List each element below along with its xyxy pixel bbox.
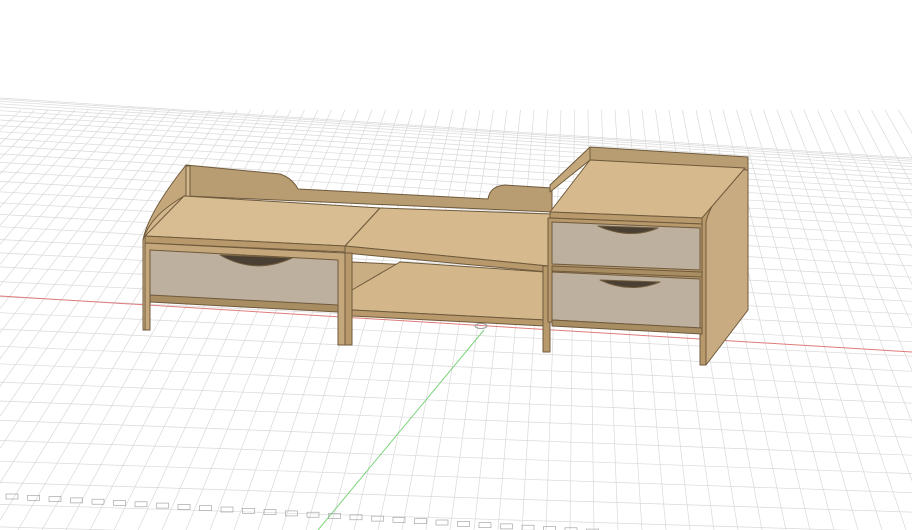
middle-bay-left-divider xyxy=(344,252,353,346)
viewport-background xyxy=(0,0,912,530)
cad-viewport[interactable] xyxy=(0,0,912,530)
